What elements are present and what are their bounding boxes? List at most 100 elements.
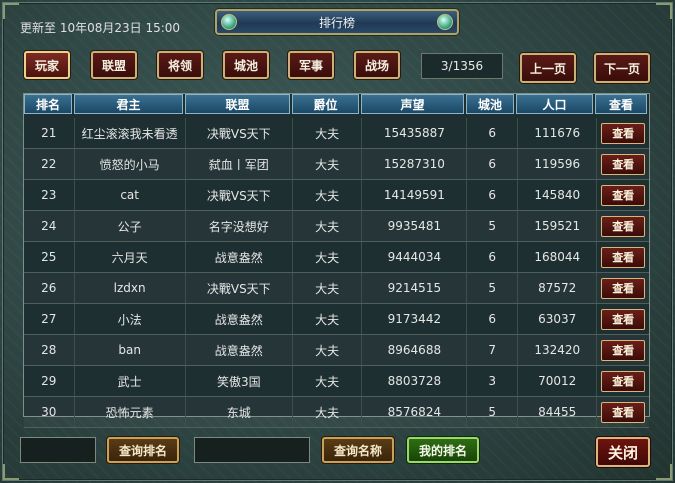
name-search-input[interactable] — [194, 437, 310, 463]
cell-population: 87572 — [518, 273, 598, 303]
column-header-alliance: 联盟 — [185, 94, 290, 114]
table-row: 26 lzdxn 决戰VS天下 大夫 9214515 5 87572 查看 — [24, 273, 649, 304]
cell-cities: 5 — [467, 211, 519, 241]
column-header-population: 人口 — [516, 94, 593, 114]
cell-view: 查看 — [597, 397, 649, 427]
cell-view: 查看 — [597, 149, 649, 179]
view-button[interactable]: 查看 — [601, 153, 646, 175]
cell-alliance: 笑傲3国 — [186, 366, 293, 396]
cell-population: 145840 — [518, 180, 598, 210]
tab-military[interactable]: 军事 — [288, 51, 334, 79]
cell-cities: 5 — [467, 273, 519, 303]
cell-alliance: 弑血丨军团 — [186, 149, 293, 179]
cell-population: 84455 — [518, 397, 598, 427]
cell-title: 大夫 — [293, 211, 363, 241]
view-button[interactable]: 查看 — [601, 308, 646, 330]
prev-page-button[interactable]: 上一页 — [520, 53, 576, 83]
cell-alliance: 决戰VS天下 — [186, 118, 293, 148]
cell-population: 159521 — [518, 211, 598, 241]
frame-corner — [3, 3, 19, 19]
view-button[interactable]: 查看 — [601, 215, 646, 237]
view-button[interactable]: 查看 — [601, 277, 646, 299]
view-button[interactable]: 查看 — [601, 401, 646, 423]
cell-title: 大夫 — [293, 180, 363, 210]
tab-generals[interactable]: 将领 — [157, 51, 203, 79]
cell-population: 168044 — [518, 242, 598, 272]
cell-alliance: 战意盎然 — [186, 304, 293, 334]
cell-cities: 6 — [467, 149, 519, 179]
page-indicator: 3/1356 — [421, 53, 503, 79]
gem-icon — [221, 14, 237, 30]
cell-view: 查看 — [597, 118, 649, 148]
column-header-title: 爵位 — [292, 94, 359, 114]
cell-alliance: 战意盎然 — [186, 242, 293, 272]
cell-cities: 3 — [467, 366, 519, 396]
column-header-view: 查看 — [595, 94, 647, 114]
cell-view: 查看 — [597, 242, 649, 272]
next-page-button[interactable]: 下一页 — [594, 53, 650, 83]
my-rank-button[interactable]: 我的排名 — [407, 437, 479, 463]
cell-title: 大夫 — [293, 273, 363, 303]
tab-players[interactable]: 玩家 — [24, 51, 70, 79]
cell-lord: cat — [75, 180, 186, 210]
cell-lord: 红尘滚滚我未看透 — [75, 118, 186, 148]
cell-title: 大夫 — [293, 242, 363, 272]
cell-view: 查看 — [597, 211, 649, 241]
ranking-table: 排名 君主 联盟 爵位 声望 城池 人口 查看 21 红尘滚滚我未看透 决戰VS天下… — [23, 93, 650, 428]
table-header: 排名 君主 联盟 爵位 声望 城池 人口 查看 — [24, 94, 649, 116]
cell-view: 查看 — [597, 366, 649, 396]
table-row: 28 ban 战意盎然 大夫 8964688 7 132420 查看 — [24, 335, 649, 366]
cell-lord: lzdxn — [75, 273, 186, 303]
view-button[interactable]: 查看 — [601, 370, 646, 392]
cell-population: 119596 — [518, 149, 598, 179]
table-row: 25 六月天 战意盎然 大夫 9444034 6 168044 查看 — [24, 242, 649, 273]
cell-prestige: 9173442 — [362, 304, 468, 334]
cell-alliance: 战意盎然 — [186, 335, 293, 365]
frame-corner — [656, 3, 672, 19]
view-button[interactable]: 查看 — [601, 246, 646, 268]
tab-alliances[interactable]: 联盟 — [91, 51, 137, 79]
cell-alliance: 决戰VS天下 — [186, 180, 293, 210]
cell-rank: 27 — [24, 304, 75, 334]
tab-cities[interactable]: 城池 — [223, 51, 269, 79]
table-row: 24 公子 名字没想好 大夫 9935481 5 159521 查看 — [24, 211, 649, 242]
cell-prestige: 8803728 — [362, 366, 468, 396]
cell-title: 大夫 — [293, 149, 363, 179]
cell-population: 70012 — [518, 366, 598, 396]
cell-title: 大夫 — [293, 335, 363, 365]
view-button[interactable]: 查看 — [601, 339, 646, 361]
cell-prestige: 15287310 — [362, 149, 468, 179]
cell-rank: 22 — [24, 149, 75, 179]
cell-population: 111676 — [518, 118, 598, 148]
column-header-rank: 排名 — [24, 94, 72, 114]
cell-rank: 23 — [24, 180, 75, 210]
rank-search-input[interactable] — [20, 437, 96, 463]
cell-alliance: 决戰VS天下 — [186, 273, 293, 303]
view-button[interactable]: 查看 — [601, 122, 646, 144]
cell-cities: 6 — [467, 180, 519, 210]
cell-title: 大夫 — [293, 366, 363, 396]
table-row: 29 武士 笑傲3国 大夫 8803728 3 70012 查看 — [24, 366, 649, 397]
cell-prestige: 9214515 — [362, 273, 468, 303]
query-name-button[interactable]: 查询名称 — [322, 437, 394, 463]
cell-view: 查看 — [597, 335, 649, 365]
table-body: 21 红尘滚滚我未看透 决戰VS天下 大夫 15435887 6 111676 查看 22 愤怒的… — [24, 118, 649, 428]
cell-title: 大夫 — [293, 118, 363, 148]
cell-view: 查看 — [597, 180, 649, 210]
cell-view: 查看 — [597, 273, 649, 303]
query-rank-button[interactable]: 查询排名 — [107, 437, 179, 463]
view-button[interactable]: 查看 — [601, 184, 646, 206]
cell-lord: 恐怖元素 — [75, 397, 186, 427]
cell-rank: 21 — [24, 118, 75, 148]
cell-cities: 6 — [467, 304, 519, 334]
cell-alliance: 名字没想好 — [186, 211, 293, 241]
cell-cities: 6 — [467, 242, 519, 272]
close-button[interactable]: 关闭 — [596, 437, 650, 467]
cell-lord: 公子 — [75, 211, 186, 241]
tab-battlefield[interactable]: 战场 — [354, 51, 400, 79]
cell-cities: 7 — [467, 335, 519, 365]
page-title: 排行榜 — [318, 15, 355, 30]
cell-rank: 30 — [24, 397, 75, 427]
column-header-prestige: 声望 — [361, 94, 464, 114]
cell-prestige: 8964688 — [362, 335, 468, 365]
